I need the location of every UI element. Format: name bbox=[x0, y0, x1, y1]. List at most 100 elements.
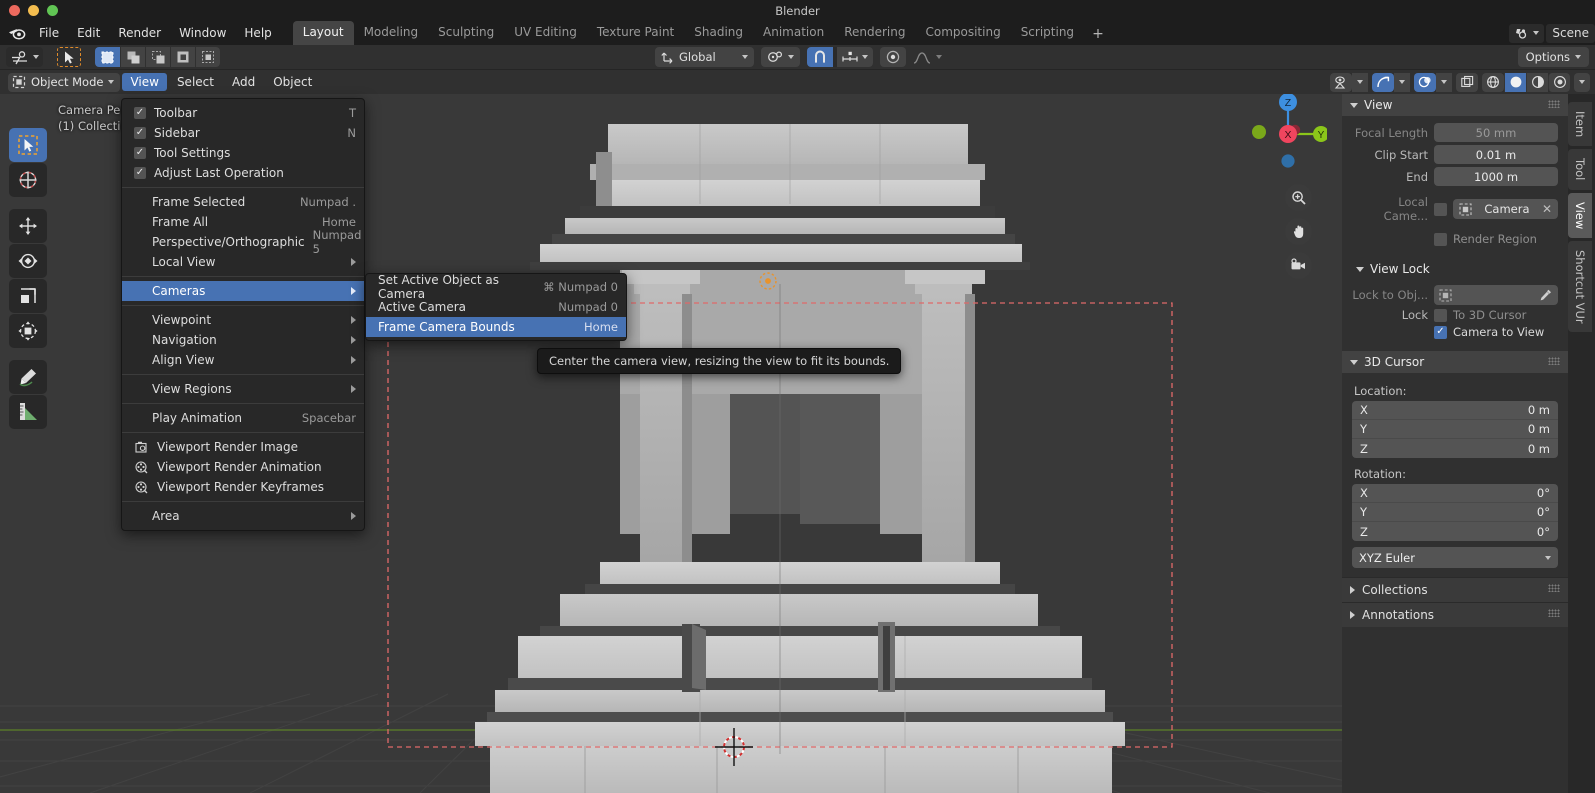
active-tool-indicator[interactable] bbox=[57, 47, 81, 67]
checkbox-icon[interactable] bbox=[134, 167, 146, 179]
close-window-button[interactable] bbox=[9, 5, 20, 16]
menu-item-adjust-last-operation[interactable]: Adjust Last Operation bbox=[122, 163, 364, 183]
transform-orientation-dropdown[interactable]: Global bbox=[655, 47, 754, 67]
proportional-falloff-dropdown[interactable] bbox=[909, 47, 946, 67]
cursor-rotation-y[interactable]: Y 0° bbox=[1352, 503, 1558, 522]
panel-drag-handle[interactable] bbox=[1548, 609, 1560, 617]
pivot-point-dropdown[interactable] bbox=[760, 47, 800, 67]
cursor-location-z[interactable]: Z 0 m bbox=[1352, 439, 1558, 458]
menu-item-perspective-orthographic[interactable]: Perspective/Orthographic Numpad 5 bbox=[122, 228, 364, 256]
submenu-item-frame-camera-bounds[interactable]: Frame Camera Bounds Home bbox=[366, 317, 626, 337]
snap-to-dropdown[interactable] bbox=[836, 47, 873, 67]
checkbox-icon[interactable] bbox=[134, 107, 146, 119]
focal-length-field[interactable]: 50 mm bbox=[1434, 123, 1558, 142]
sidebar-tab-shortcut-vur[interactable]: Shortcut VUr bbox=[1568, 240, 1592, 333]
viewport-menu-view[interactable]: View bbox=[122, 73, 167, 91]
menu-item-cameras[interactable]: Cameras bbox=[122, 281, 364, 301]
workspace-tab-animation[interactable]: Animation bbox=[753, 21, 834, 45]
to-3d-cursor-checkbox[interactable] bbox=[1434, 308, 1447, 322]
panel-drag-handle[interactable] bbox=[1548, 100, 1560, 108]
shading-rendered-button[interactable] bbox=[1548, 72, 1570, 92]
checkbox-icon[interactable] bbox=[134, 147, 146, 159]
gizmo-dropdown-button[interactable] bbox=[1394, 72, 1410, 92]
blender-logo-icon[interactable] bbox=[6, 24, 28, 42]
shading-solid-button[interactable] bbox=[1504, 72, 1526, 92]
menu-item-viewpoint[interactable]: Viewpoint bbox=[122, 310, 364, 330]
render-region-checkbox[interactable] bbox=[1434, 232, 1447, 246]
tool-move[interactable] bbox=[9, 209, 47, 243]
camera-view-button[interactable] bbox=[1285, 252, 1312, 279]
sidebar-tab-view[interactable]: View bbox=[1568, 192, 1592, 238]
tool-scale[interactable] bbox=[9, 279, 47, 313]
workspace-tab-modeling[interactable]: Modeling bbox=[354, 21, 429, 45]
submenu-item-set-active-object-as-camera[interactable]: Set Active Object as Camera ⌘ Numpad 0 bbox=[366, 273, 626, 301]
cursor-rotation-x[interactable]: X 0° bbox=[1352, 484, 1558, 503]
sidebar-tab-item[interactable]: Item bbox=[1568, 102, 1592, 147]
xray-toggle-button[interactable] bbox=[1456, 72, 1478, 92]
navigation-gizmo[interactable]: Z X Y bbox=[1243, 86, 1329, 170]
tool-rotate[interactable] bbox=[9, 244, 47, 278]
menu-item-viewport-render-animation[interactable]: Viewport Render Animation bbox=[122, 457, 364, 477]
tool-tweak-select-box[interactable] bbox=[9, 128, 47, 162]
snap-magnet-toggle[interactable] bbox=[806, 47, 833, 67]
panel-header-view-lock[interactable]: View Lock bbox=[1342, 258, 1568, 280]
overlays-dropdown-button[interactable] bbox=[1436, 72, 1452, 92]
cursor-location-x[interactable]: X 0 m bbox=[1352, 401, 1558, 420]
menu-item-tool-settings[interactable]: Tool Settings bbox=[122, 143, 364, 163]
shading-dropdown-button[interactable] bbox=[1574, 72, 1590, 92]
sidebar-tab-tool[interactable]: Tool bbox=[1568, 149, 1592, 190]
tool-measure[interactable] bbox=[9, 395, 47, 429]
submenu-item-active-camera[interactable]: Active Camera Numpad 0 bbox=[366, 297, 626, 317]
checkbox-icon[interactable] bbox=[134, 127, 146, 139]
gizmo-toggle-button[interactable] bbox=[1372, 72, 1394, 92]
select-set-button[interactable] bbox=[95, 47, 120, 67]
viewport-menu-object[interactable]: Object bbox=[265, 73, 320, 91]
panel-header-collections[interactable]: Collections bbox=[1342, 577, 1568, 602]
tool-cursor[interactable] bbox=[9, 163, 47, 197]
scene-selector-button[interactable] bbox=[1509, 23, 1545, 43]
tool-transform[interactable] bbox=[9, 314, 47, 348]
overlays-toggle-button[interactable] bbox=[1414, 72, 1436, 92]
tool-annotate[interactable] bbox=[9, 360, 47, 394]
shading-material-button[interactable] bbox=[1526, 72, 1548, 92]
viewport-menu-add[interactable]: Add bbox=[224, 73, 263, 91]
workspace-tab-layout[interactable]: Layout bbox=[292, 21, 354, 45]
panel-drag-handle[interactable] bbox=[1548, 584, 1560, 592]
workspace-tab-texture-paint[interactable]: Texture Paint bbox=[587, 21, 684, 45]
visibility-eye-button[interactable] bbox=[1330, 72, 1352, 92]
menu-help[interactable]: Help bbox=[235, 23, 280, 43]
camera-to-view-checkbox[interactable] bbox=[1434, 325, 1447, 339]
lock-to-object-field[interactable] bbox=[1434, 285, 1558, 305]
workspace-tab-scripting[interactable]: Scripting bbox=[1011, 21, 1084, 45]
menu-item-local-view[interactable]: Local View bbox=[122, 252, 364, 272]
select-extend-button[interactable] bbox=[120, 47, 145, 67]
menu-file[interactable]: File bbox=[30, 23, 68, 43]
interaction-mode-dropdown[interactable]: Object Mode bbox=[8, 72, 121, 92]
menu-item-play-animation[interactable]: Play Animation Spacebar bbox=[122, 408, 364, 428]
local-camera-checkbox[interactable] bbox=[1434, 202, 1447, 216]
rotation-mode-dropdown[interactable]: XYZ Euler bbox=[1352, 547, 1558, 568]
menu-item-viewport-render-image[interactable]: Viewport Render Image bbox=[122, 437, 364, 457]
workspace-tab-sculpting[interactable]: Sculpting bbox=[428, 21, 504, 45]
options-dropdown-button[interactable]: Options bbox=[1517, 47, 1589, 67]
clip-end-field[interactable]: 1000 m bbox=[1434, 167, 1558, 186]
scene-name-field[interactable]: Scene bbox=[1546, 23, 1595, 43]
menu-item-navigation[interactable]: Navigation bbox=[122, 330, 364, 350]
workspace-tab-shading[interactable]: Shading bbox=[684, 21, 753, 45]
panel-header-3d-cursor[interactable]: 3D Cursor bbox=[1342, 351, 1568, 373]
clip-start-field[interactable]: 0.01 m bbox=[1434, 145, 1558, 164]
select-invert-button[interactable] bbox=[170, 47, 195, 67]
workspace-tab-uv-editing[interactable]: UV Editing bbox=[504, 21, 587, 45]
workspace-tab-rendering[interactable]: Rendering bbox=[834, 21, 915, 45]
workspace-tab-compositing[interactable]: Compositing bbox=[915, 21, 1010, 45]
select-intersect-button[interactable] bbox=[195, 47, 220, 67]
menu-item-area[interactable]: Area bbox=[122, 506, 364, 526]
visibility-dropdown-button[interactable] bbox=[1352, 72, 1368, 92]
minimize-window-button[interactable] bbox=[28, 5, 39, 16]
panel-header-view[interactable]: View bbox=[1342, 94, 1568, 116]
maximize-window-button[interactable] bbox=[47, 5, 58, 16]
proportional-edit-toggle[interactable] bbox=[879, 47, 906, 67]
local-camera-object-field[interactable]: Camera ✕ bbox=[1453, 199, 1558, 219]
panel-header-annotations[interactable]: Annotations bbox=[1342, 602, 1568, 627]
viewport-menu-select[interactable]: Select bbox=[169, 73, 222, 91]
